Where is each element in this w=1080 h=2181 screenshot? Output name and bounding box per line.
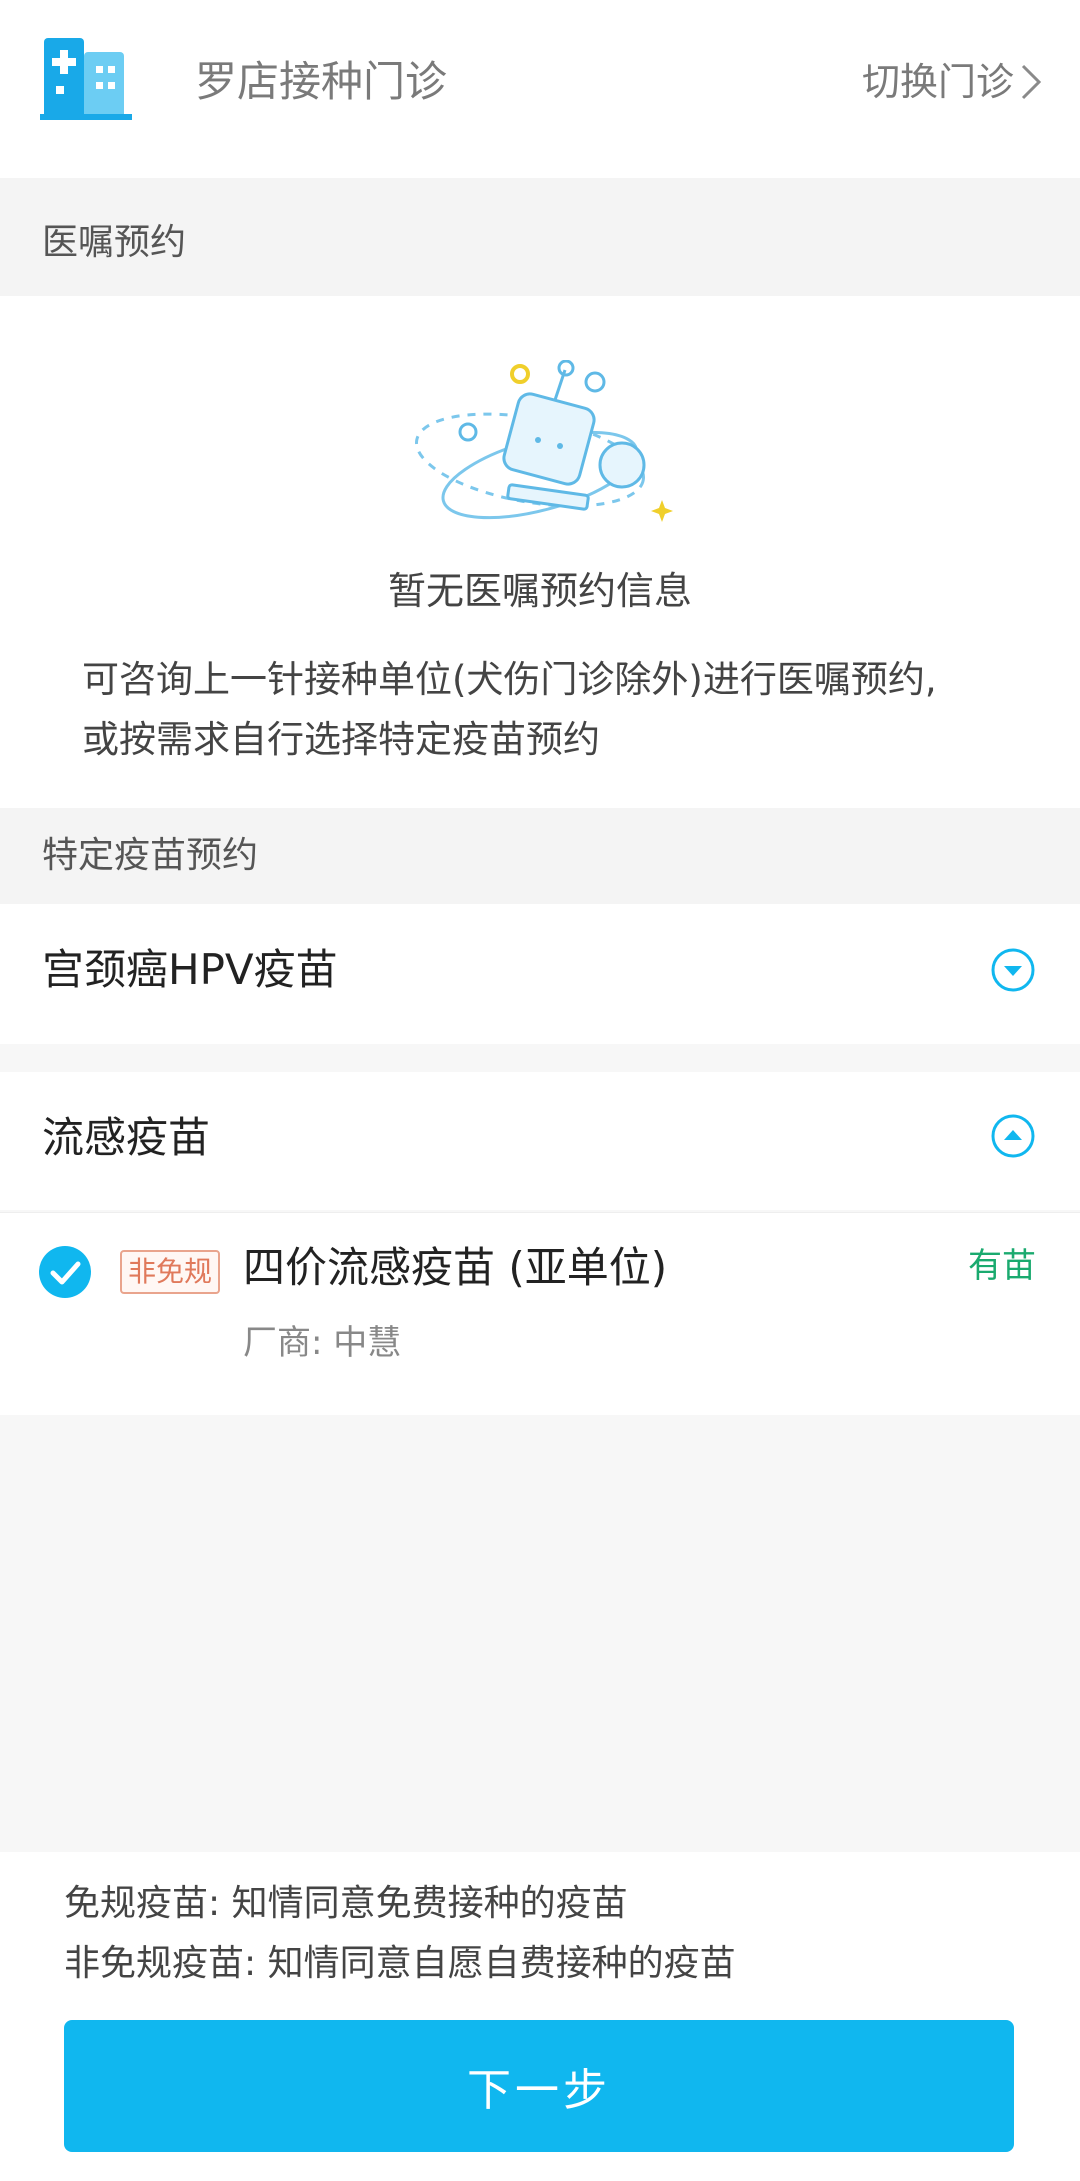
hint-line-2: 或按需求自行选择特定疫苗预约 <box>82 718 600 761</box>
medical-order-hint: 可咨询上一针接种单位(犬伤门诊除外)进行医嘱预约, 或按需求自行选择特定疫苗预约 <box>82 650 1012 770</box>
hpv-vaccine-group-label: 宫颈癌HPV疫苗 <box>42 945 338 994</box>
switch-clinic-button[interactable]: 切换门诊 <box>862 56 1042 108</box>
non-free-badge: 非免规 <box>120 1250 221 1294</box>
medical-order-section-label: 医嘱预约 <box>42 222 187 263</box>
clinic-header: 罗店接种门诊 切换门诊 <box>0 0 1080 178</box>
flu-vaccine-group-label: 流感疫苗 <box>42 1113 211 1162</box>
specific-vaccine-section-title: 特定疫苗预约 <box>0 808 1080 904</box>
empty-robot-illustration <box>415 360 673 522</box>
chevron-right-icon <box>1021 64 1042 100</box>
medical-order-section-title: 医嘱预约 <box>0 178 1080 296</box>
specific-vaccine-section-label: 特定疫苗预约 <box>42 835 259 876</box>
stock-status: 有苗 <box>968 1246 1036 1286</box>
next-step-button[interactable]: 下一步 <box>64 2020 1014 2152</box>
checkbox-checked-icon[interactable] <box>38 1245 92 1299</box>
vaccine-name: 四价流感疫苗 (亚单位) <box>243 1243 668 1292</box>
hint-line-1: 可咨询上一针接种单位(犬伤门诊除外)进行医嘱预约, <box>82 658 937 701</box>
manufacturer-text: 厂商: 中慧 <box>243 1323 402 1363</box>
clinic-name: 罗店接种门诊 <box>195 57 448 106</box>
expand-down-icon[interactable] <box>990 947 1036 993</box>
collapse-up-icon[interactable] <box>990 1113 1036 1159</box>
free-vaccine-legend: 免规疫苗: 知情同意免费接种的疫苗 <box>64 1883 628 1924</box>
switch-clinic-label: 切换门诊 <box>861 60 1014 104</box>
clinic-building-icon <box>40 38 132 120</box>
non-free-vaccine-legend: 非免规疫苗: 知情同意自愿自费接种的疫苗 <box>64 1943 736 1984</box>
empty-state-text: 暂无医嘱预约信息 <box>387 569 692 613</box>
